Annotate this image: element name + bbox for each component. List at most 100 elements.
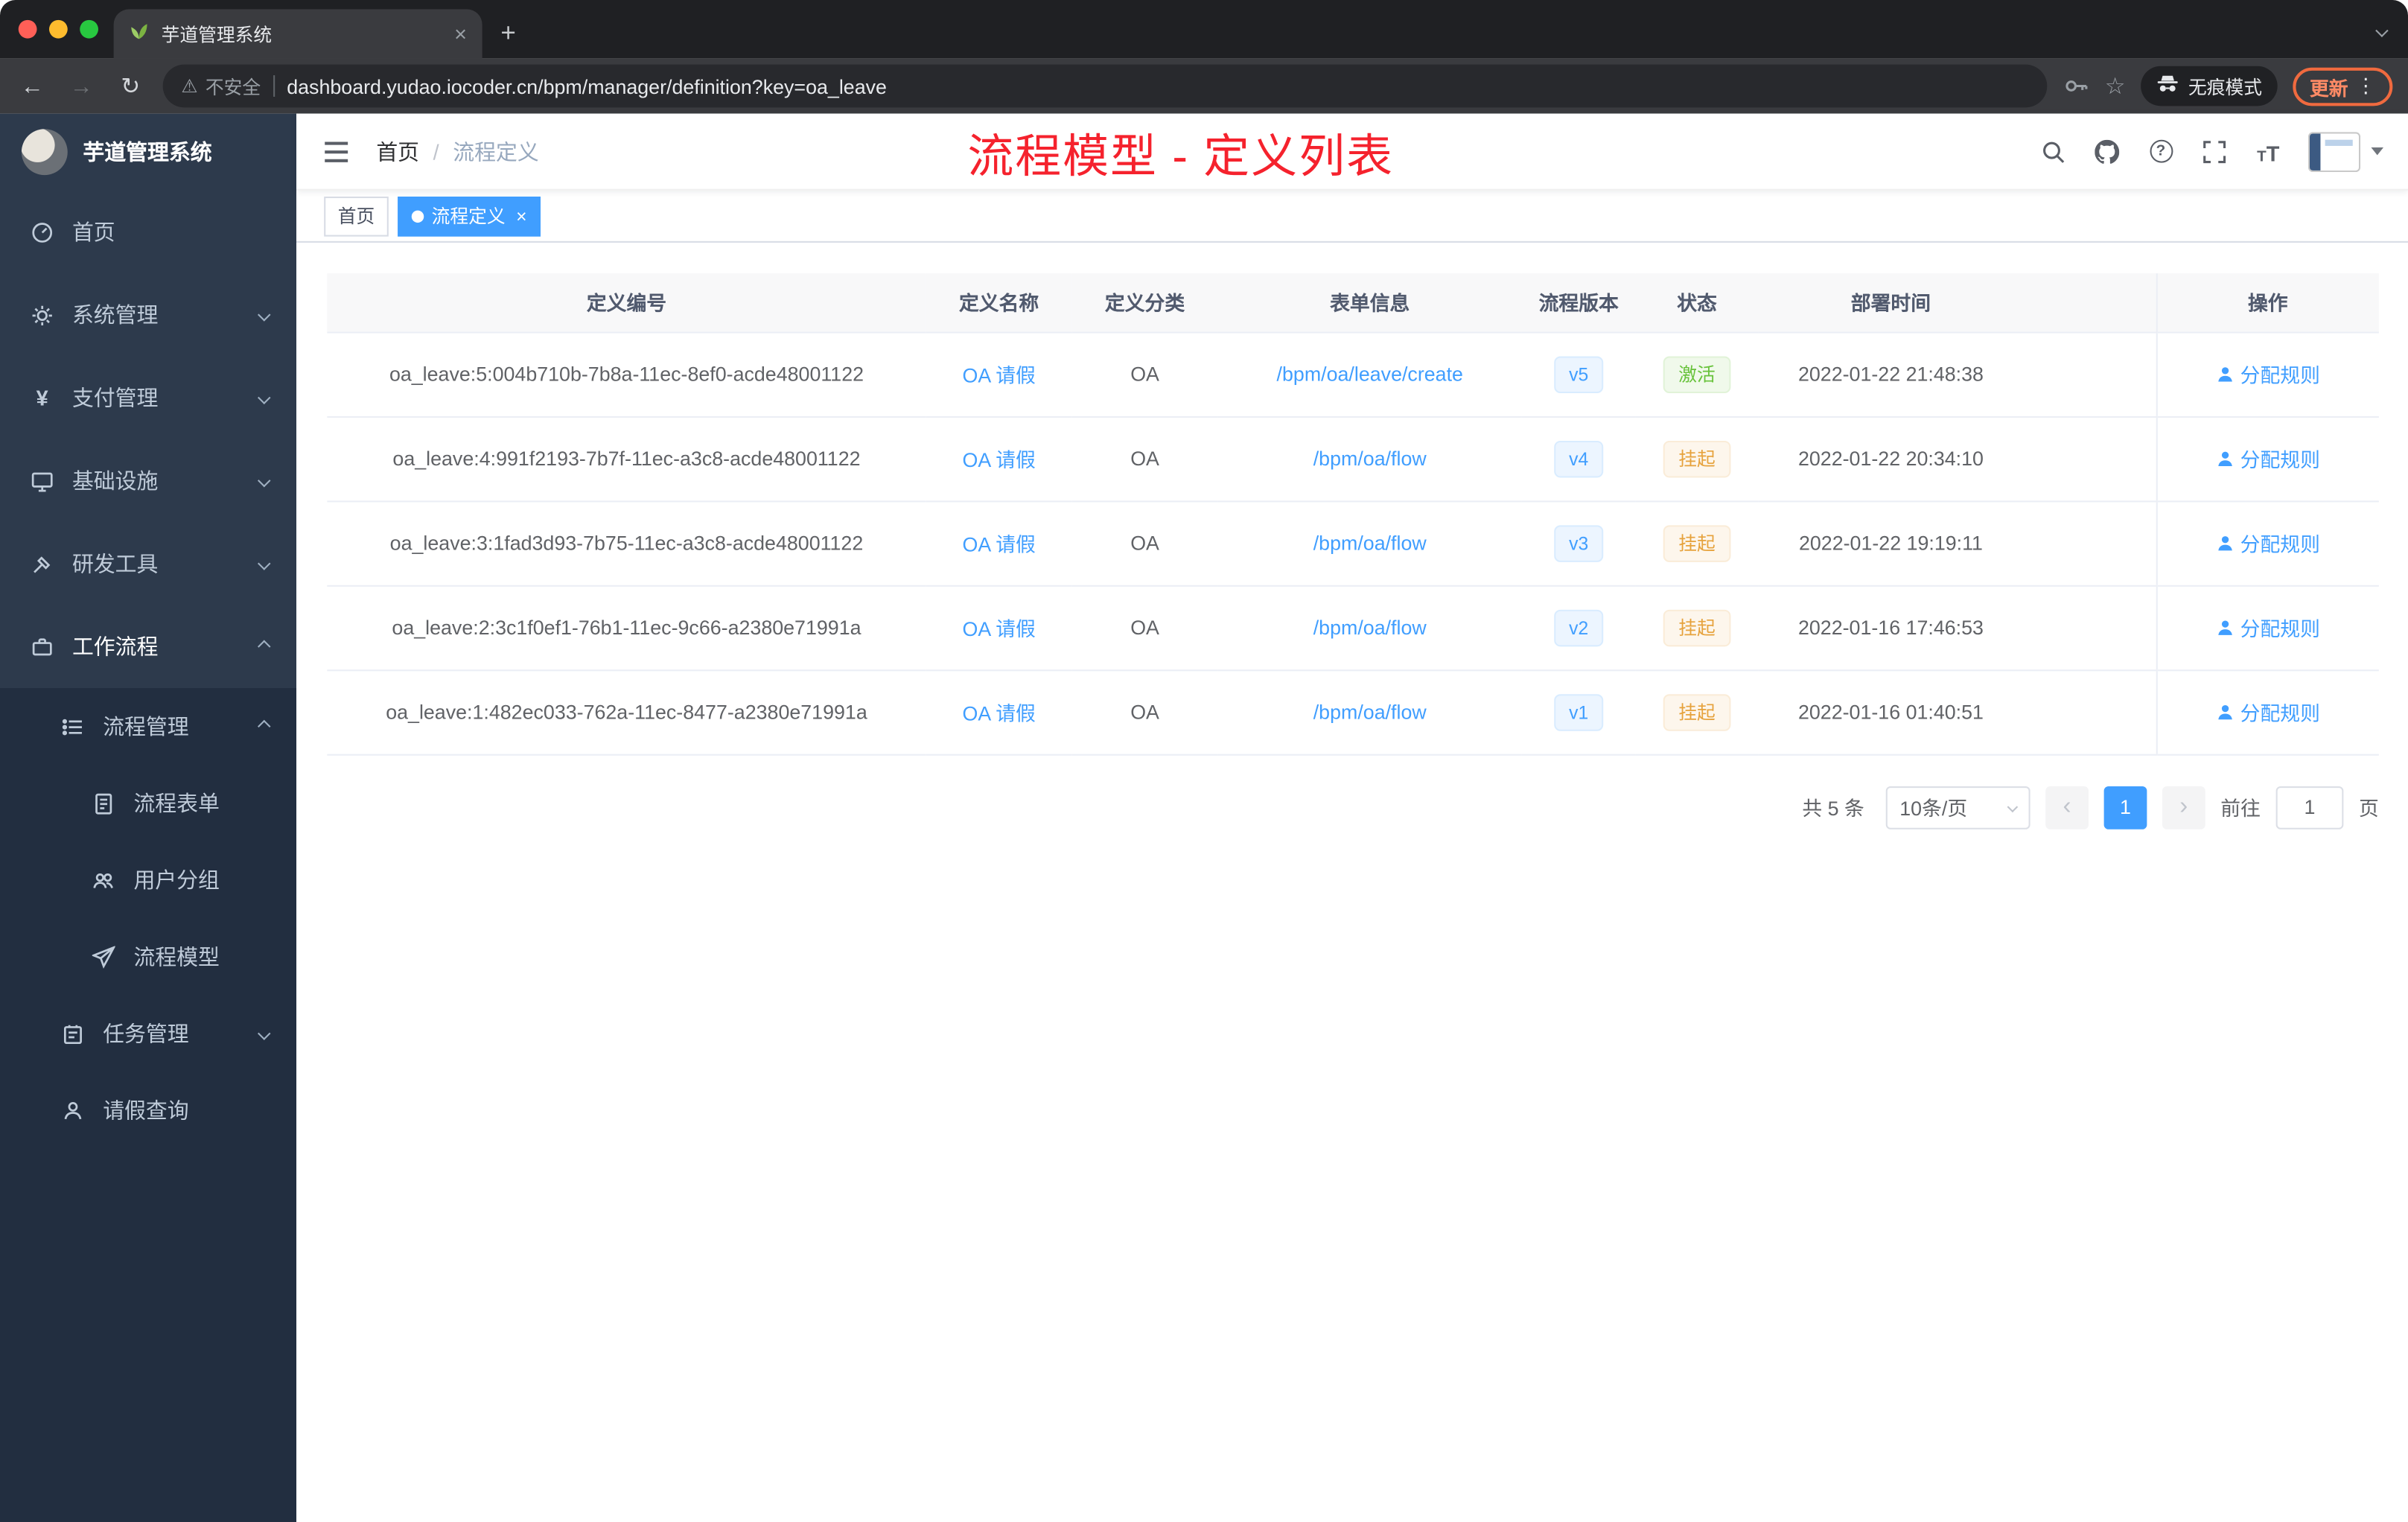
sidebar-item-payment[interactable]: ¥ 支付管理 [0, 357, 296, 439]
definition-name-link[interactable]: OA 请假 [962, 533, 1035, 556]
sidebar-item-system[interactable]: 系统管理 [0, 273, 296, 356]
forward-icon[interactable]: → [65, 73, 98, 99]
workflow-submenu: 流程管理 流程表单 用户分组 流程模型 任务管理 请假查询 [0, 688, 297, 1522]
cell-category: OA [1071, 500, 1218, 586]
assign-rule-link[interactable]: 分配规则 [2216, 529, 2320, 558]
table-row: oa_leave:2:3c1f0ef1-76b1-11ec-9c66-a2380… [327, 585, 2379, 671]
zoom-window-button[interactable] [80, 19, 98, 39]
fullscreen-icon[interactable] [2201, 138, 2229, 165]
tag-process-definition[interactable]: 流程定义 × [398, 195, 541, 236]
list-icon [62, 715, 85, 738]
security-indicator[interactable]: ⚠ 不安全 [181, 73, 261, 99]
incognito-label: 无痕模式 [2188, 76, 2263, 98]
assign-rule-link[interactable]: 分配规则 [2216, 360, 2320, 389]
form-link[interactable]: /bpm/oa/flow [1313, 701, 1427, 724]
assign-rule-label: 分配规则 [2240, 617, 2320, 641]
status-tag: 挂起 [1663, 439, 1731, 477]
tab-search-icon[interactable] [2375, 16, 2389, 43]
new-tab-button[interactable]: + [500, 19, 515, 49]
browser-toolbar: ← → ↻ ⚠ 不安全 dashboard.yudao.iocoder.cn/b… [0, 58, 2408, 114]
app-root: 芋道管理系统 首页 系统管理 ¥ 支付管理 基础设施 研发工具 工作流程 流程管… [0, 113, 2408, 1522]
tag-home[interactable]: 首页 [324, 195, 389, 236]
assign-rule-link[interactable]: 分配规则 [2216, 444, 2320, 473]
reload-icon[interactable]: ↻ [114, 72, 147, 100]
chevron-up-icon [257, 719, 271, 733]
column-header-time: 部署时间 [1758, 273, 2156, 333]
goto-label: 前往 [2220, 797, 2261, 821]
definition-name-link[interactable]: OA 请假 [962, 702, 1035, 725]
cell-definition-id: oa_leave:1:482ec033-762a-11ec-8477-a2380… [327, 669, 926, 755]
close-window-button[interactable] [18, 19, 37, 39]
password-key-icon[interactable] [2062, 72, 2089, 100]
monitor-icon [31, 469, 54, 492]
definition-name-link[interactable]: OA 请假 [962, 364, 1035, 387]
form-link[interactable]: /bpm/oa/flow [1313, 447, 1427, 470]
form-link[interactable]: /bpm/oa/flow [1313, 616, 1427, 639]
sidebar-logo[interactable]: 芋道管理系统 [0, 114, 296, 191]
form-link[interactable]: /bpm/oa/leave/create [1277, 363, 1463, 386]
sidebar-item-process-management[interactable]: 流程管理 [0, 688, 296, 765]
browser-menu-icon[interactable]: ⋮ [2356, 74, 2376, 98]
definition-name-link[interactable]: OA 请假 [962, 448, 1035, 471]
tool-icon [31, 552, 54, 575]
github-icon[interactable] [2093, 138, 2121, 165]
version-tag: v5 [1553, 355, 1604, 392]
chevron-down-icon [257, 308, 271, 322]
user-icon [62, 1099, 85, 1122]
font-size-icon[interactable]: TT [2255, 138, 2282, 165]
sidebar-item-label: 流程管理 [103, 714, 189, 739]
sidebar-item-leave-query[interactable]: 请假查询 [0, 1072, 296, 1149]
minimize-window-button[interactable] [49, 19, 68, 39]
cell-deploy-time: 2022-01-16 01:40:51 [1758, 669, 2156, 755]
prev-page-button[interactable]: ‹ [2045, 785, 2089, 829]
url-text[interactable]: dashboard.yudao.iocoder.cn/bpm/manager/d… [287, 74, 2028, 98]
assign-rule-label: 分配规则 [2240, 532, 2320, 556]
tag-label: 首页 [337, 206, 375, 228]
form-link[interactable]: /bpm/oa/flow [1313, 532, 1427, 555]
tags-view-bar: 首页 流程定义 × [296, 190, 2408, 243]
assign-rule-link[interactable]: 分配规则 [2216, 697, 2320, 726]
search-icon[interactable] [2039, 138, 2067, 165]
table-header-row: 定义编号 定义名称 定义分类 表单信息 流程版本 状态 部署时间 操作 [327, 273, 2379, 333]
sidebar-item-process-form[interactable]: 流程表单 [0, 765, 296, 841]
breadcrumb-home[interactable]: 首页 [376, 136, 419, 167]
help-icon[interactable]: ? [2147, 138, 2174, 165]
address-bar[interactable]: ⚠ 不安全 dashboard.yudao.iocoder.cn/bpm/man… [162, 64, 2047, 108]
update-label: 更新 [2309, 77, 2348, 100]
app-navbar: 首页 / 流程定义 流程模型 - 定义列表 ? T T [296, 113, 2408, 191]
logo-avatar [21, 129, 68, 176]
sidebar-item-label: 请假查询 [103, 1098, 189, 1123]
tag-close-icon[interactable]: × [516, 205, 526, 226]
total-count-label: 共 5 条 [1802, 797, 1864, 821]
cell-deploy-time: 2022-01-22 19:19:11 [1758, 500, 2156, 586]
column-header-status: 状态 [1635, 273, 1759, 333]
sidebar-collapse-icon[interactable] [321, 136, 351, 167]
sidebar-item-workflow[interactable]: 工作流程 [0, 605, 296, 688]
back-icon[interactable]: ← [16, 73, 49, 99]
sidebar-item-label: 工作流程 [71, 634, 159, 659]
update-browser-button[interactable]: 更新 ⋮ [2293, 66, 2393, 106]
goto-page-input[interactable] [2275, 785, 2344, 829]
page-number-button[interactable]: 1 [2103, 785, 2147, 829]
page-annotation-title: 流程模型 - 定义列表 [967, 131, 1395, 182]
tag-label: 流程定义 [431, 206, 506, 228]
sidebar-item-user-group[interactable]: 用户分组 [0, 841, 296, 918]
sidebar-item-task-management[interactable]: 任务管理 [0, 996, 296, 1072]
sidebar-item-home[interactable]: 首页 [0, 191, 296, 273]
user-avatar-menu[interactable] [2307, 131, 2383, 171]
sidebar-item-process-model[interactable]: 流程模型 [0, 918, 296, 995]
next-page-button[interactable]: › [2162, 785, 2205, 829]
cell-definition-id: oa_leave:4:991f2193-7b7f-11ec-a3c8-acde4… [327, 415, 926, 502]
sidebar-item-devtools[interactable]: 研发工具 [0, 522, 296, 605]
cell-deploy-time: 2022-01-22 21:48:38 [1758, 331, 2156, 417]
sidebar-item-infrastructure[interactable]: 基础设施 [0, 439, 296, 522]
cell-definition-id: oa_leave:2:3c1f0ef1-76b1-11ec-9c66-a2380… [327, 585, 926, 671]
browser-tab[interactable]: 芋道管理系统 × [113, 9, 482, 59]
definition-name-link[interactable]: OA 请假 [962, 617, 1035, 640]
assign-rule-link[interactable]: 分配规则 [2216, 613, 2320, 642]
bookmark-star-icon[interactable]: ☆ [2105, 72, 2126, 100]
tab-close-icon[interactable]: × [454, 22, 467, 46]
breadcrumb-separator: / [433, 138, 439, 164]
security-label: 不安全 [205, 76, 261, 98]
page-size-select[interactable]: 10条/页 [1885, 785, 2030, 829]
